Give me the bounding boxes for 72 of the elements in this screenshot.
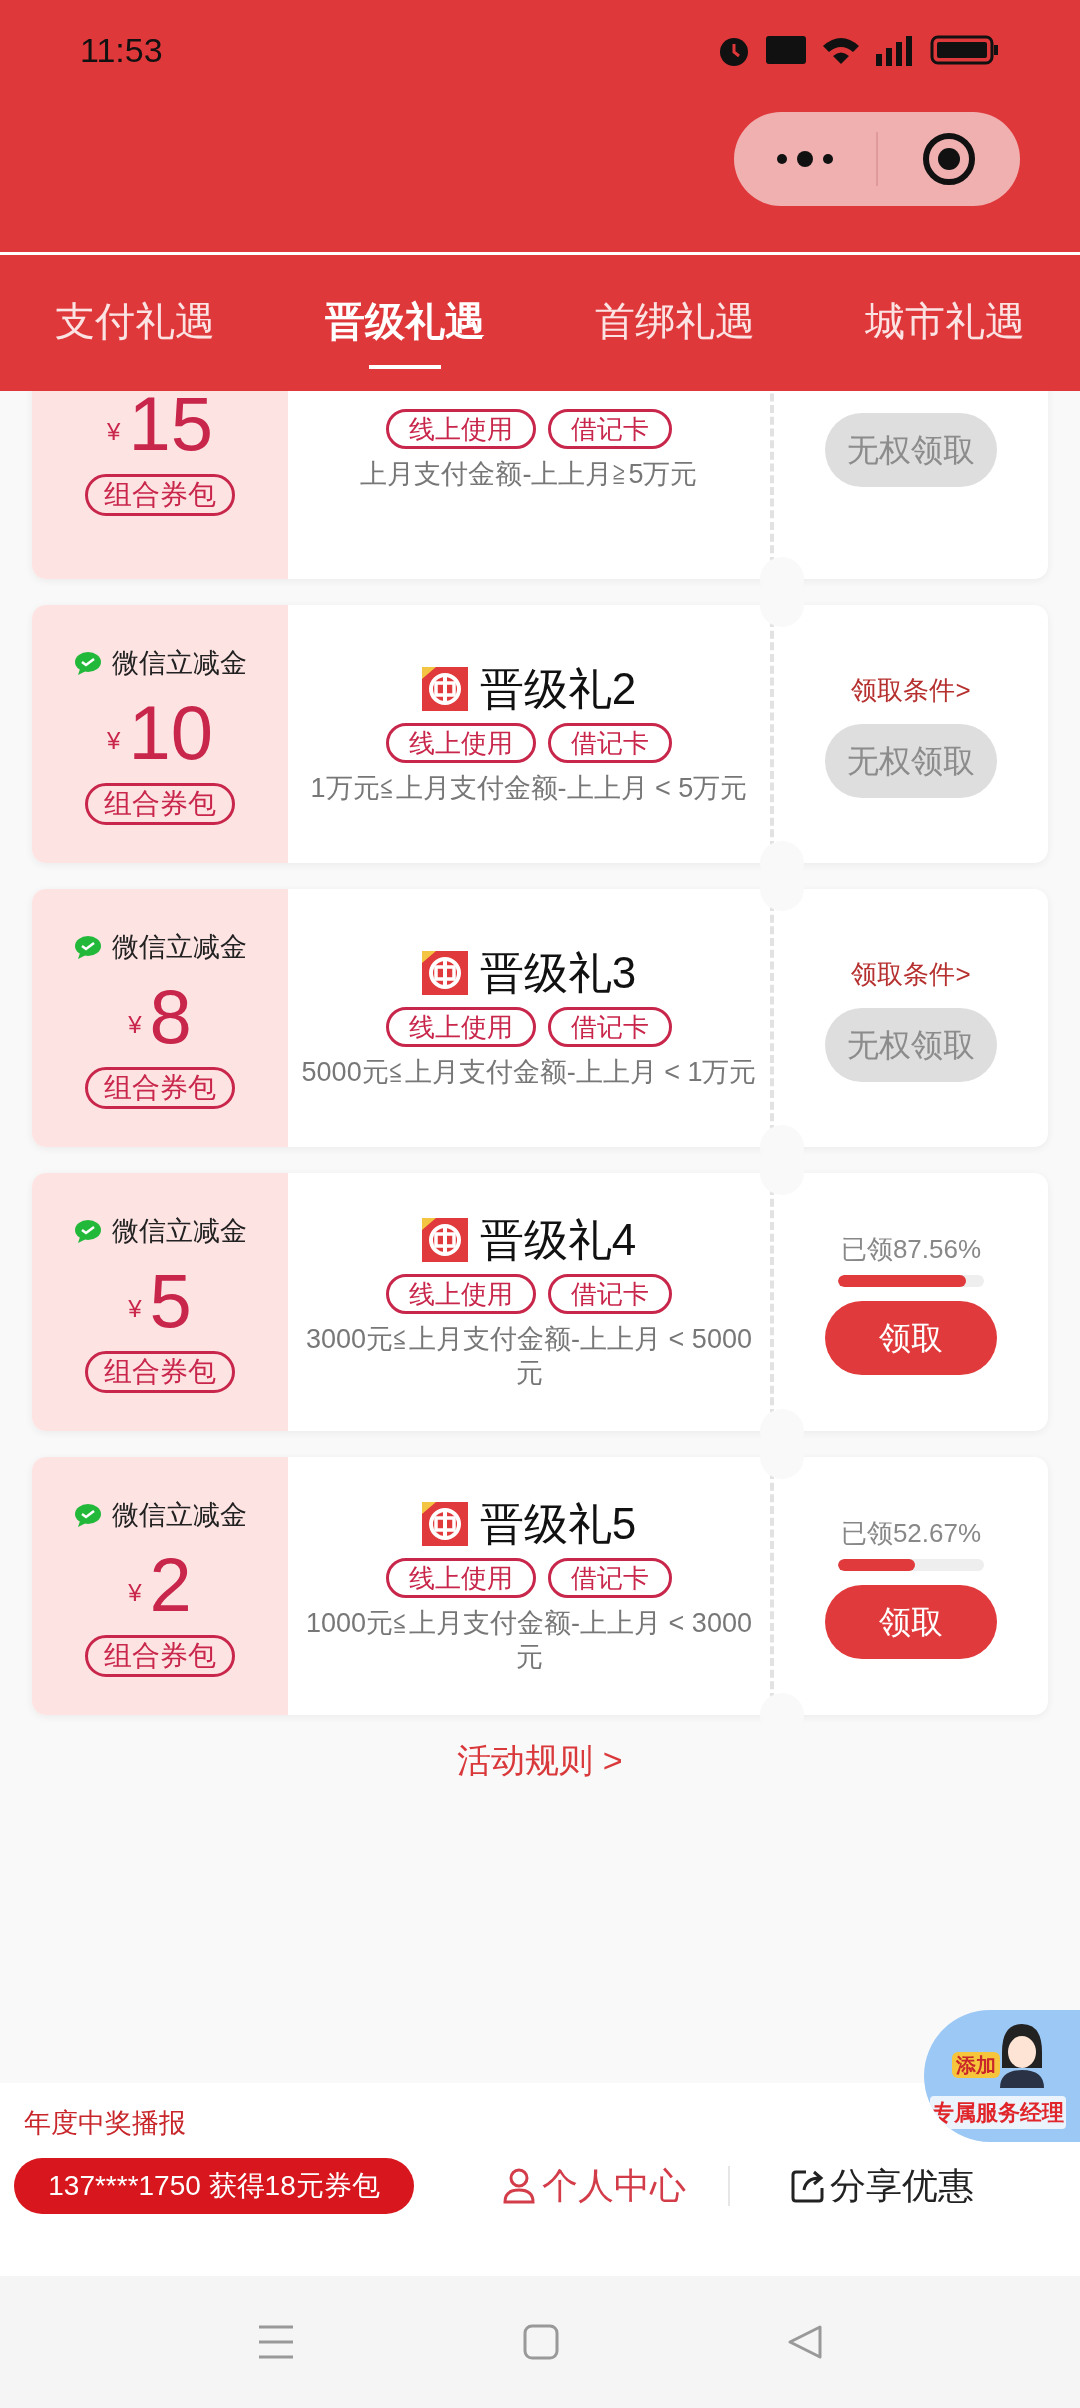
chat-bubble-icon [73, 935, 102, 959]
coupon-amount: 2 [149, 1545, 192, 1626]
chat-bubble-icon [73, 651, 102, 675]
bank-logo-icon [421, 667, 468, 711]
signal-icon [876, 34, 914, 66]
category-tab[interactable]: 晋级礼遇 [270, 255, 540, 391]
hd-icon [766, 36, 806, 64]
currency-sign: ¥ [128, 1010, 142, 1041]
claim-button[interactable]: 领取 [825, 1584, 997, 1659]
battery-icon [930, 35, 1000, 65]
broadcast-title: 年度中奖播报 [23, 2107, 186, 2140]
usage-tag: 借记卡 [548, 1007, 672, 1047]
coupon-amount: 10 [128, 693, 213, 774]
coupon-type: 微信立减金 [111, 646, 247, 680]
bundle-tag: 组合券包 [85, 1351, 235, 1394]
bundle-tag: 组合券包 [85, 1067, 235, 1110]
bundle-tag: 组合券包 [85, 783, 235, 826]
service-manager-label: 专属服务经理 [930, 2096, 1066, 2129]
usage-tag: 线上使用 [386, 409, 536, 449]
conditions-link[interactable]: 领取条件> [851, 670, 971, 710]
usage-tag: 借记卡 [548, 1558, 672, 1598]
coupon-amount: 5 [149, 1261, 192, 1342]
claim-condition: 1000元≦上月支付金额-上上月 < 3000元 [305, 1607, 753, 1674]
claim-condition: 3000元≦上月支付金额-上上月 < 5000元 [305, 1323, 753, 1390]
claimed-percentage: 已领87.56% [840, 1232, 982, 1266]
chat-bubble-icon [73, 1503, 102, 1527]
home-icon[interactable] [523, 2324, 559, 2360]
currency-sign: ¥ [128, 1294, 142, 1325]
usage-tag: 借记卡 [548, 409, 672, 449]
usage-tag: 线上使用 [386, 1558, 536, 1598]
claim-button[interactable]: 领取 [825, 1300, 997, 1375]
usage-tag: 线上使用 [386, 1007, 536, 1047]
usage-tag: 借记卡 [548, 1274, 672, 1314]
menu-icon[interactable] [257, 2324, 295, 2360]
coupon-amount: 15 [128, 391, 213, 464]
claim-condition: 5000元≦上月支付金额-上上月 < 1万元 [301, 1056, 757, 1089]
coupon-title: 晋级礼5 [479, 1498, 637, 1550]
coupon-type: 微信立减金 [111, 1214, 247, 1248]
winner-broadcast: 137****1750 获得18元券包 [14, 2157, 414, 2214]
person-icon [502, 2167, 536, 2204]
claimed-percentage: 已领52.67% [840, 1516, 982, 1550]
share-button[interactable]: 分享优惠 [790, 2158, 974, 2213]
bundle-tag: 组合券包 [85, 1635, 235, 1678]
usage-tag: 借记卡 [548, 723, 672, 763]
coupon-type: 微信立减金 [111, 930, 247, 964]
currency-sign: ¥ [107, 726, 121, 757]
coupon-type: 微信立减金 [111, 1498, 247, 1532]
chat-bubble-icon [73, 1219, 102, 1243]
add-label: 添加 [952, 2052, 1000, 2078]
claim-condition: 上月支付金额-上上月≧5万元 [360, 458, 698, 491]
bundle-tag: 组合券包 [85, 474, 235, 516]
back-icon[interactable] [787, 2324, 823, 2360]
coupon-title: 晋级礼2 [479, 663, 637, 715]
usage-tag: 线上使用 [386, 1274, 536, 1314]
coupon-title: 晋级礼4 [479, 1214, 637, 1266]
category-tab[interactable]: 首绑礼遇 [540, 255, 810, 391]
personal-center-button[interactable]: 个人中心 [502, 2158, 686, 2213]
conditions-link[interactable]: 领取条件> [851, 954, 971, 994]
usage-tag: 线上使用 [386, 723, 536, 763]
coupon-title: 晋级礼3 [479, 947, 637, 999]
currency-sign: ¥ [128, 1578, 142, 1609]
claim-condition: 1万元≦上月支付金额-上上月 < 5万元 [310, 772, 748, 805]
service-manager-badge[interactable]: 添加 专属服务经理 [924, 2010, 1080, 2142]
bank-logo-icon [421, 951, 468, 995]
rules-link[interactable]: 活动规则 > [457, 1735, 623, 1786]
category-tab[interactable]: 支付礼遇 [0, 255, 270, 391]
bank-logo-icon [421, 1218, 468, 1262]
category-tab[interactable]: 城市礼遇 [810, 255, 1080, 391]
currency-sign: ¥ [107, 417, 121, 447]
bank-logo-icon [421, 1502, 468, 1546]
status-time: 11:53 [80, 29, 163, 71]
coupon-amount: 8 [149, 977, 192, 1058]
